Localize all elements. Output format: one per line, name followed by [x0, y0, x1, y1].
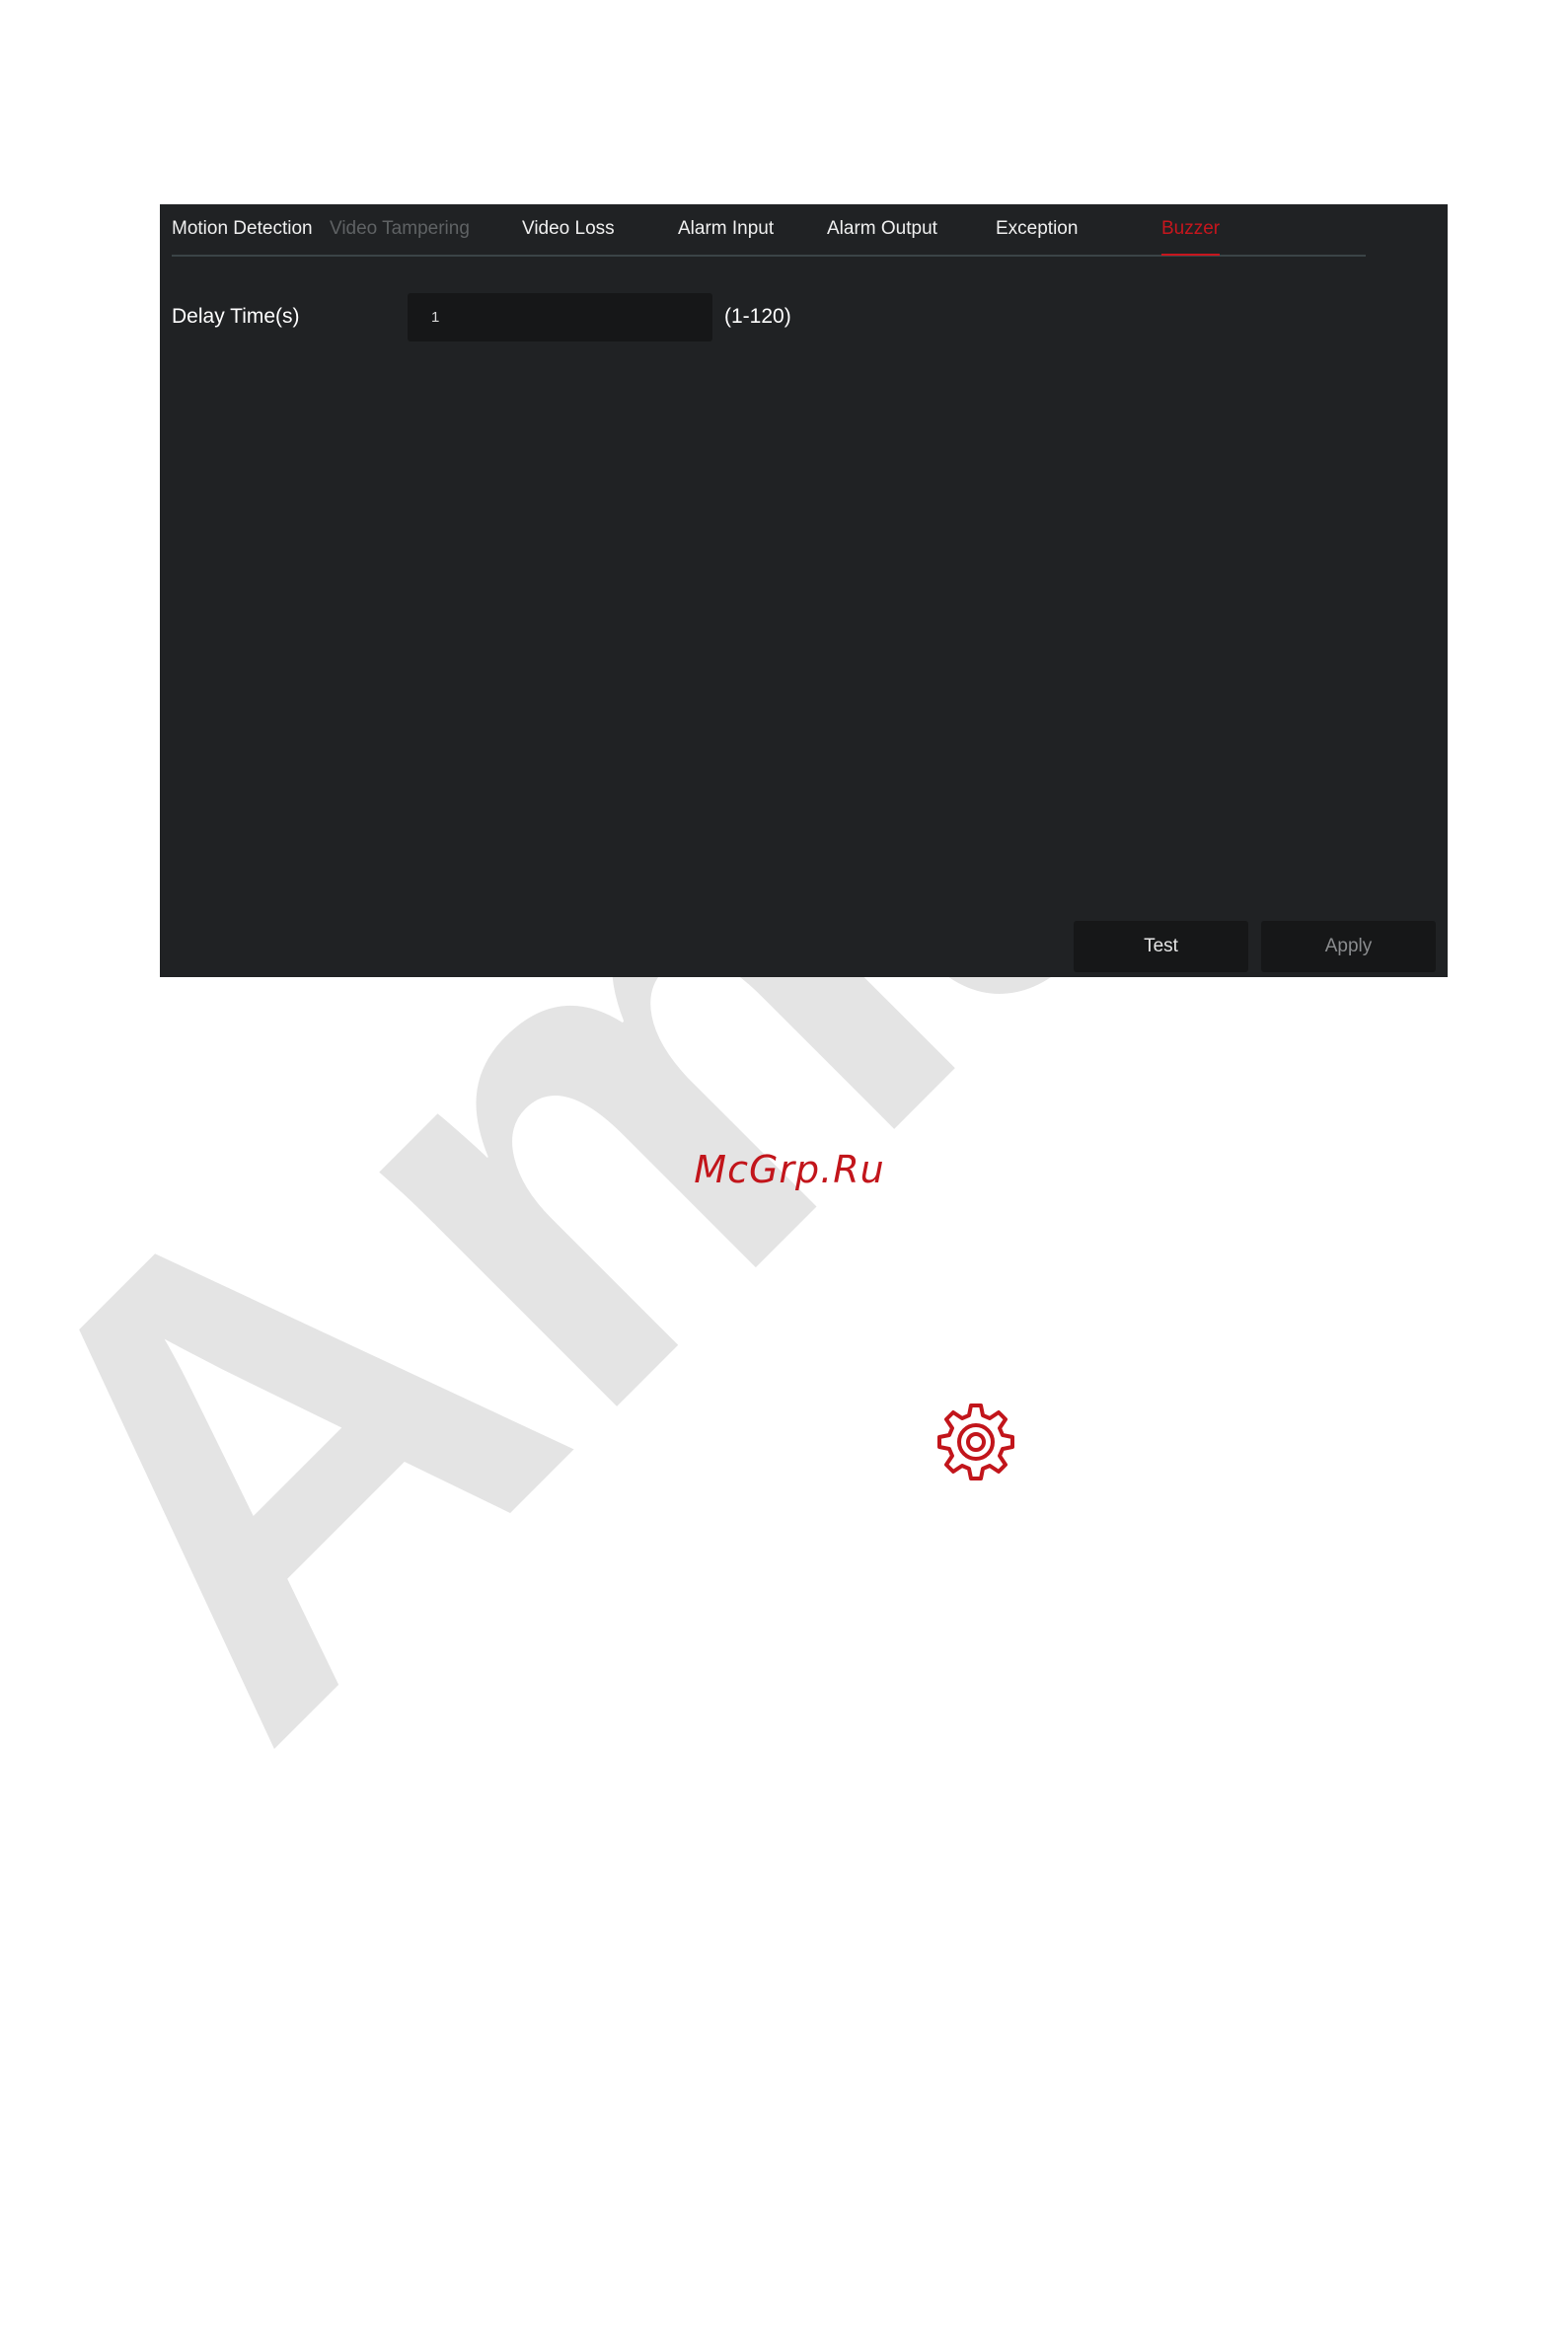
tab-motion-detection[interactable]: Motion Detection	[172, 218, 313, 240]
tab-bar: Motion Detection Video Tampering Video L…	[172, 204, 1366, 257]
tab-alarm-output[interactable]: Alarm Output	[827, 218, 937, 240]
apply-button[interactable]: Apply	[1261, 921, 1436, 972]
tab-alarm-input[interactable]: Alarm Input	[678, 218, 774, 240]
tab-video-loss[interactable]: Video Loss	[522, 218, 615, 240]
gear-icon	[937, 1404, 1014, 1480]
delay-time-input[interactable]	[408, 293, 712, 341]
delay-time-range: (1-120)	[724, 305, 791, 328]
tab-video-tampering[interactable]: Video Tampering	[330, 218, 470, 240]
delay-time-label: Delay Time(s)	[172, 305, 300, 328]
test-button[interactable]: Test	[1074, 921, 1248, 972]
tab-exception[interactable]: Exception	[996, 218, 1078, 240]
tab-buzzer[interactable]: Buzzer	[1161, 218, 1221, 256]
site-watermark-text: McGrp.Ru	[694, 1148, 885, 1191]
alarm-settings-panel: Motion Detection Video Tampering Video L…	[160, 204, 1448, 977]
